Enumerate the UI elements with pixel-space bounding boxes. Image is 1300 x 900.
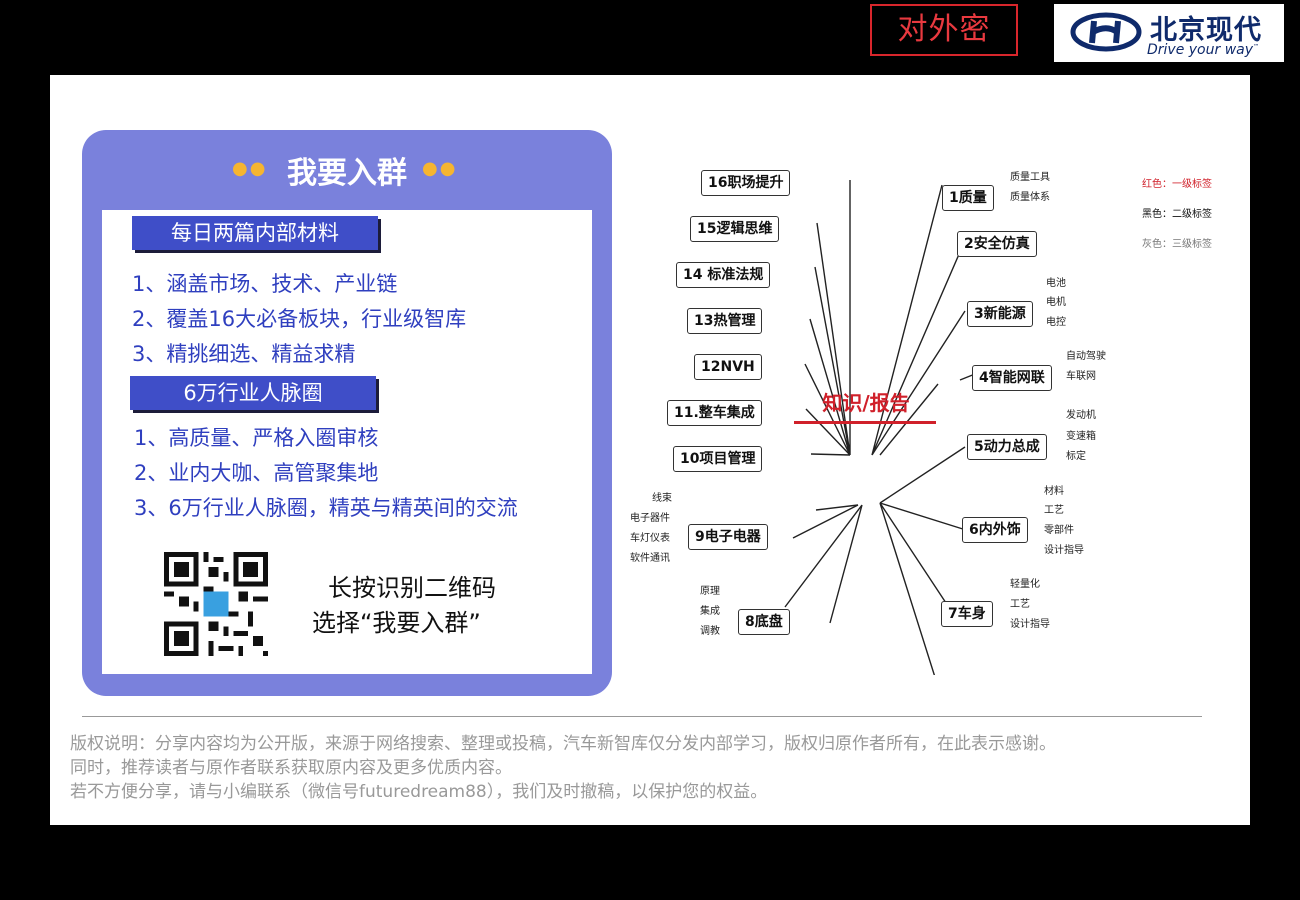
mindmap-leaf: 车灯仪表 [630, 533, 670, 544]
list-item: 2、覆盖16大必备板块，行业级智库 [132, 307, 467, 331]
slide: ●● 我要入群 ●● 每日两篇内部材料 1、涵盖市场、技术、产业链 2、覆盖16… [50, 75, 1250, 825]
brand-logo: 北京现代 Drive your way™ [1054, 4, 1284, 62]
mindmap-leaf: 工艺 [1044, 505, 1064, 516]
mindmap-node: 10项目管理 [673, 446, 763, 472]
mindmap-leaf: 软件通讯 [630, 553, 670, 564]
mindmap-leaf: 标定 [1066, 451, 1086, 462]
legend-level3: 灰色：三级标签 [1142, 239, 1212, 250]
mindmap-center: 知识/报告 [822, 391, 910, 415]
mindmap-node: 9电子电器 [688, 524, 768, 550]
mindmap-node: 16职场提升 [701, 170, 791, 196]
section-title-network: 6万行业人脉圈 [130, 376, 376, 410]
logo-slogan: Drive your way™ [1147, 42, 1260, 58]
card-content: 每日两篇内部材料 1、涵盖市场、技术、产业链 2、覆盖16大必备板块，行业级智库… [102, 210, 592, 674]
mindmap-node: 3新能源 [967, 301, 1033, 327]
mindmap-leaf: 电机 [1046, 297, 1066, 308]
mindmap-leaf: 材料 [1044, 486, 1064, 497]
mindmap-leaf: 电子器件 [630, 513, 670, 524]
mindmap-leaf: 原理 [700, 586, 720, 597]
copyright-line: 同时，推荐读者与原作者联系获取原内容及更多优质内容。 [70, 758, 512, 778]
hyundai-logo-icon [1070, 12, 1142, 52]
mindmap-leaf: 调教 [700, 626, 720, 637]
mindmap-node: 1质量 [942, 185, 994, 211]
mindmap-node: 13热管理 [687, 308, 763, 334]
mindmap-leaf: 集成 [700, 606, 720, 617]
qr-caption-line2: 选择“我要入群” [312, 609, 481, 637]
mindmap-leaf: 轻量化 [1010, 579, 1040, 590]
list-item: 1、高质量、严格入圈审核 [134, 426, 379, 450]
copyright-line: 版权说明：分享内容均为公开版，来源于网络搜索、整理或投稿，汽车新智库仅分发内部学… [70, 734, 1056, 754]
copyright-line: 若不方便分享，请与小编联系（微信号futuredream88），我们及时撤稿，以… [70, 782, 768, 802]
mindmap-leaf: 车联网 [1066, 371, 1096, 382]
mindmap-leaf: 发动机 [1066, 410, 1096, 421]
confidential-stamp: 对外密 [870, 4, 1018, 56]
decor-dots-right-icon: ●● [422, 158, 458, 179]
mindmap-node: 15逻辑思维 [690, 216, 780, 242]
mindmap-leaf: 质量体系 [1010, 192, 1050, 203]
mindmap-leaf: 电控 [1046, 317, 1066, 328]
mindmap-node: 2安全仿真 [957, 231, 1037, 257]
mindmap-node: 14 标准法规 [676, 262, 771, 288]
list-item: 2、业内大咖、高管聚集地 [134, 461, 379, 485]
mindmap-leaf: 工艺 [1010, 599, 1030, 610]
center-underline [794, 421, 936, 424]
card-title: 我要入群 [287, 156, 407, 191]
mindmap-node: 6内外饰 [962, 517, 1028, 543]
section-title-materials: 每日两篇内部材料 [132, 216, 378, 250]
footer-divider [82, 716, 1202, 717]
mindmap-leaf: 变速箱 [1066, 431, 1096, 442]
mindmap-leaf: 设计指导 [1010, 619, 1050, 630]
mindmap-node: 7车身 [941, 601, 993, 627]
mindmap-leaf: 设计指导 [1044, 545, 1084, 556]
legend-level2: 黑色：二级标签 [1142, 209, 1212, 220]
join-group-card: ●● 我要入群 ●● 每日两篇内部材料 1、涵盖市场、技术、产业链 2、覆盖16… [82, 130, 612, 696]
qr-code[interactable] [164, 552, 268, 656]
list-item: 3、精挑细选、精益求精 [132, 342, 356, 366]
qr-caption-line1: 长按识别二维码 [328, 574, 496, 602]
legend-level1: 红色：一级标签 [1142, 179, 1212, 190]
mindmap-node: 12NVH [694, 354, 762, 380]
copyright-notice: 版权说明：分享内容均为公开版，来源于网络搜索、整理或投稿，汽车新智库仅分发内部学… [70, 732, 1056, 804]
mindmap-node: 4智能网联 [972, 365, 1052, 391]
mindmap-leaf: 零部件 [1044, 525, 1074, 536]
list-item: 3、6万行业人脉圈，精英与精英间的交流 [134, 496, 518, 520]
mindmap-node: 5动力总成 [967, 434, 1047, 460]
mindmap-node: 11.整车集成 [667, 400, 762, 426]
mindmap-leaf: 质量工具 [1010, 172, 1050, 183]
mindmap-node: 8底盘 [738, 609, 790, 635]
mindmap-leaf: 电池 [1046, 278, 1066, 289]
mindmap-leaf: 线束 [652, 493, 672, 504]
list-item: 1、涵盖市场、技术、产业链 [132, 272, 398, 296]
mindmap-leaf: 自动驾驶 [1066, 351, 1106, 362]
